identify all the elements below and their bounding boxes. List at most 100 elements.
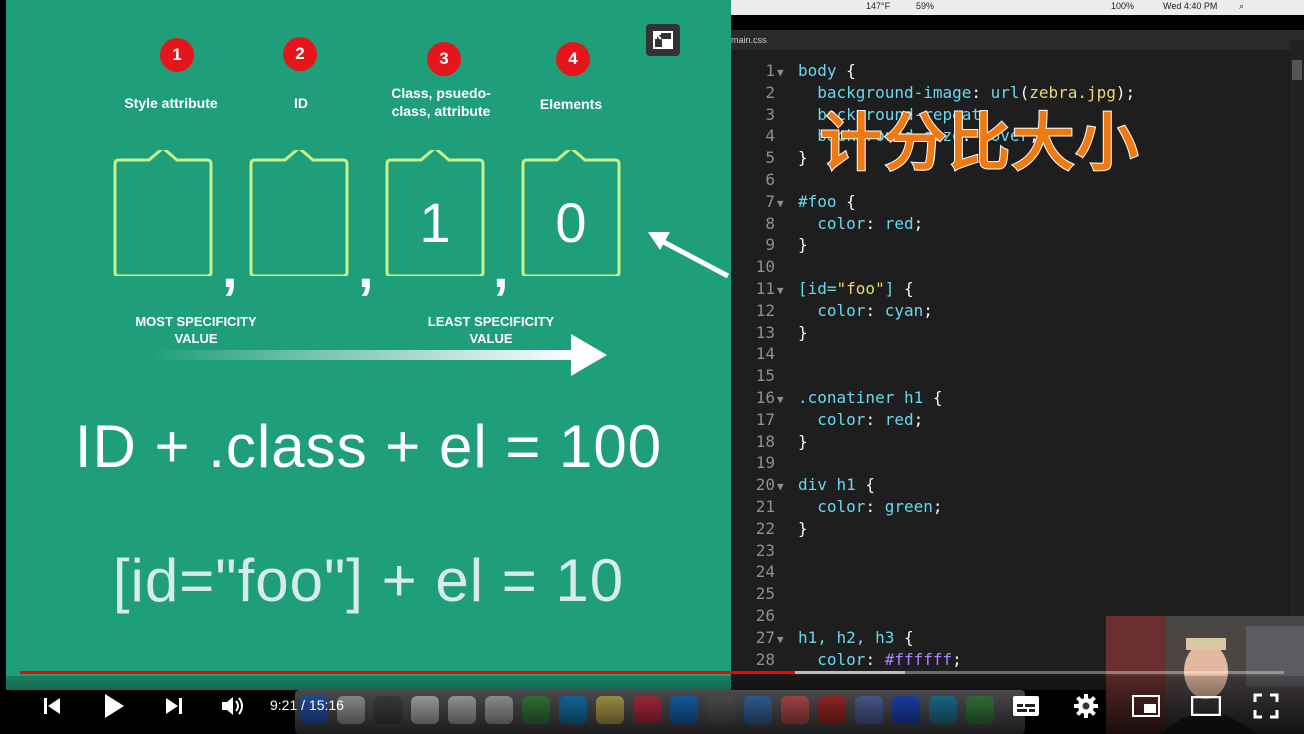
code-line: 28 color: #ffffff; xyxy=(731,649,962,671)
code-text: } xyxy=(798,322,808,342)
code-line: 27 ▼ h1, h2, h3 { xyxy=(731,627,914,649)
code-line: 6 xyxy=(731,169,798,191)
weather-readout: 147°F xyxy=(866,1,891,11)
pointer-arrow xyxy=(648,232,730,279)
line-number: 7 xyxy=(765,191,775,211)
code-line: 8 color: red; xyxy=(731,213,923,235)
fold-arrow-icon[interactable]: ▼ xyxy=(775,193,798,215)
mute-button[interactable] xyxy=(217,690,249,722)
code-text: .conatiner h1 { xyxy=(798,388,943,407)
fold-arrow-icon[interactable]: ▼ xyxy=(775,629,798,651)
formula-attribute: [id="foo"] + el = 10 xyxy=(112,547,625,614)
code-text: #foo { xyxy=(798,191,856,211)
line-number: 1 xyxy=(765,61,775,80)
subtitles-button[interactable] xyxy=(1010,690,1042,722)
code-line: 1 ▼ body { xyxy=(731,60,856,84)
subtitles-icon xyxy=(1013,696,1039,716)
line-number: 10 xyxy=(755,257,775,277)
code-text: color: #ffffff; xyxy=(817,649,962,669)
fold-arrow-icon[interactable]: ▼ xyxy=(775,476,798,498)
editor-tabbar: main.css xyxy=(731,30,1304,50)
fold-arrow-icon[interactable]: ▼ xyxy=(775,389,798,411)
code-line: 26 xyxy=(731,605,798,627)
player-controls xyxy=(0,676,1304,734)
line-number: 14 xyxy=(755,344,775,364)
box-digit: 1 xyxy=(419,191,451,254)
line-number: 5 xyxy=(765,148,775,168)
line-number: 6 xyxy=(765,170,775,189)
comma: , xyxy=(222,236,238,299)
comma: , xyxy=(358,236,374,299)
line-number: 26 xyxy=(755,606,775,625)
line-number: 4 xyxy=(765,126,775,146)
fullscreen-button[interactable] xyxy=(1250,690,1282,722)
code-line: 23 xyxy=(731,540,798,562)
code-text: } xyxy=(798,235,808,255)
line-number: 18 xyxy=(755,431,775,451)
code-text: body { xyxy=(798,61,856,80)
search-icon[interactable]: ⌕ xyxy=(1239,1,1244,12)
theater-icon xyxy=(1191,696,1221,716)
code-text: color: cyan; xyxy=(817,300,933,320)
code-line: 7 ▼ #foo { xyxy=(731,191,856,215)
code-text: div h1 { xyxy=(798,475,876,495)
column-label: Elements xyxy=(539,96,603,112)
code-line: 21 color: green; xyxy=(731,496,943,518)
previous-button[interactable] xyxy=(36,690,68,722)
code-text: color: red; xyxy=(817,213,924,233)
formula-class: ID + .class + el = 100 xyxy=(74,413,663,480)
line-number: 25 xyxy=(755,584,775,604)
fullscreen-icon xyxy=(1253,693,1279,719)
line-number: 9 xyxy=(765,235,775,255)
code-line: 10 xyxy=(731,256,798,278)
code-line: 13} xyxy=(731,322,808,344)
settings-button[interactable] xyxy=(1070,690,1102,722)
video-player[interactable]: 1 2 3 4 Style attribute ID Class, psuedo… xyxy=(0,0,1304,734)
line-number: 8 xyxy=(765,213,775,233)
code-line: 18} xyxy=(731,431,808,453)
code-line: 17 color: red; xyxy=(731,409,924,431)
specificity-box: 1 xyxy=(385,150,485,276)
gear-icon xyxy=(1074,694,1098,718)
skip-previous-icon xyxy=(44,698,60,714)
subtitle-caption: 计分比大小 xyxy=(819,105,1141,180)
volume-icon xyxy=(222,697,243,715)
line-number: 12 xyxy=(755,300,775,320)
specificity-arrow xyxy=(151,334,607,376)
mac-menubar: 147°F 59% 100% Wed 4:40 PM ⌕ xyxy=(731,0,1304,15)
slide: 1 2 3 4 Style attribute ID Class, psuedo… xyxy=(6,0,731,690)
number-badge: 4 xyxy=(556,42,590,76)
line-number: 21 xyxy=(755,497,775,516)
code-line: 15 xyxy=(731,365,798,387)
line-number: 19 xyxy=(755,453,775,473)
play-button[interactable] xyxy=(98,690,130,722)
code-text: color: green; xyxy=(817,497,943,516)
code-line: 19 xyxy=(731,452,798,474)
code-line: 14 xyxy=(731,343,798,365)
fold-arrow-icon[interactable]: ▼ xyxy=(775,280,798,302)
code-line: 24 xyxy=(731,561,798,583)
fold-arrow-icon[interactable]: ▼ xyxy=(775,62,798,84)
next-button[interactable] xyxy=(158,690,190,722)
comma: , xyxy=(493,236,509,299)
column-label: ID xyxy=(294,95,308,111)
editor-scrollbar[interactable] xyxy=(1290,40,1304,660)
code-line: 9} xyxy=(731,234,808,256)
code-line: 12 color: cyan; xyxy=(731,300,933,322)
code-text: color: red; xyxy=(817,409,924,429)
clock: Wed 4:40 PM xyxy=(1163,1,1218,11)
column-label: Style attribute xyxy=(124,95,218,111)
code-line: 20 ▼ div h1 { xyxy=(731,474,875,496)
code-text: } xyxy=(798,431,808,451)
theater-mode-button[interactable] xyxy=(1190,690,1222,722)
exit-miniplayer-button[interactable] xyxy=(646,24,680,56)
line-number: 11 xyxy=(755,279,775,298)
skip-next-icon xyxy=(166,698,182,714)
play-icon xyxy=(105,694,124,718)
code-text: [id="foo"] { xyxy=(798,279,914,298)
scrollbar-thumb[interactable] xyxy=(1292,60,1302,80)
exit-fullscreen-icon xyxy=(653,31,673,49)
line-number: 28 xyxy=(755,649,775,669)
tab-main-css[interactable]: main.css xyxy=(731,35,767,45)
miniplayer-button[interactable] xyxy=(1130,690,1162,722)
